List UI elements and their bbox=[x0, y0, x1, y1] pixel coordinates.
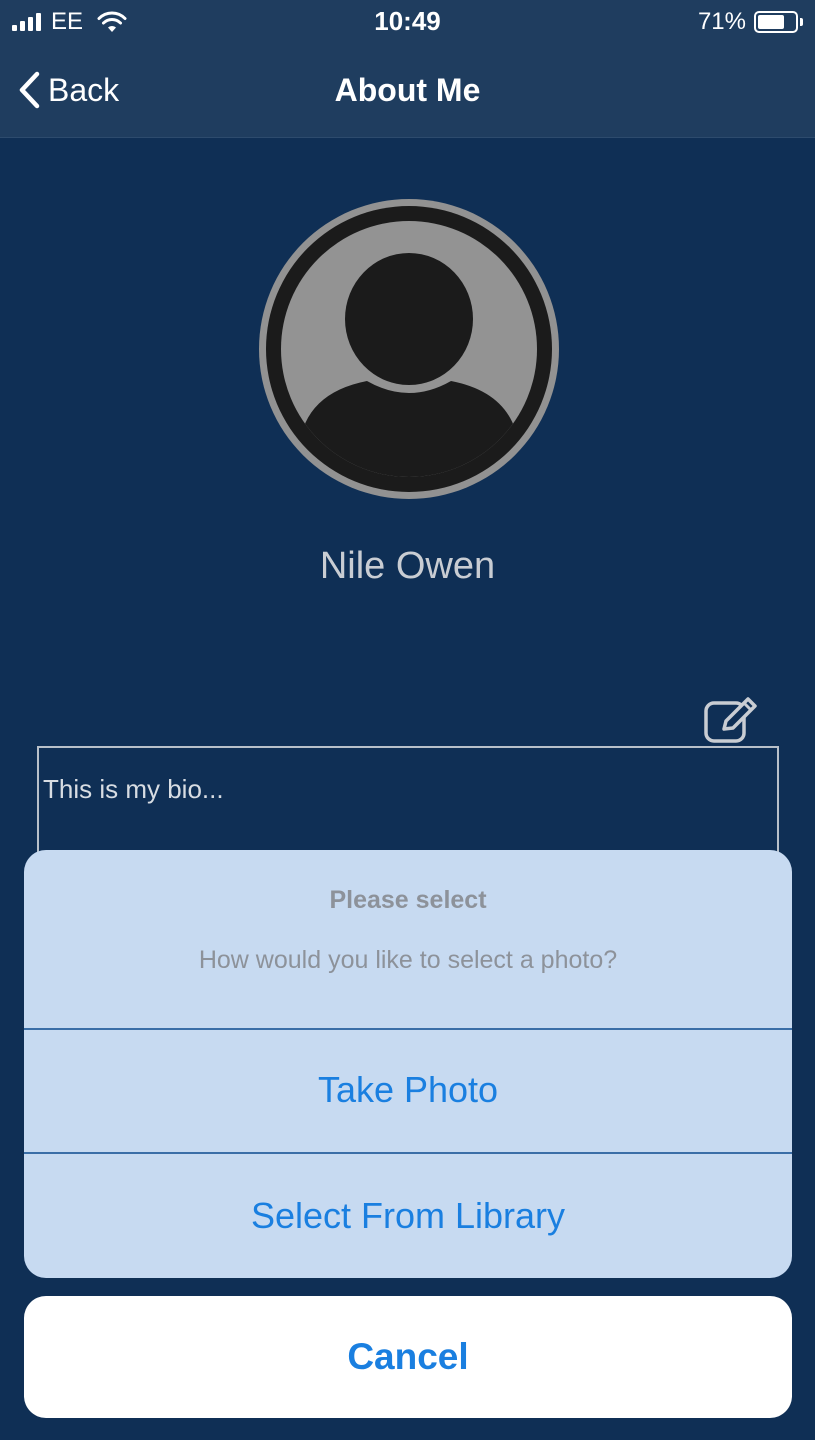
battery-percent: 71% bbox=[697, 8, 746, 35]
take-photo-button[interactable]: Take Photo bbox=[24, 1028, 792, 1152]
profile-name: Nile Owen bbox=[319, 545, 496, 587]
status-bar: EE 10:49 71% bbox=[0, 0, 815, 44]
action-sheet-message: How would you like to select a photo? bbox=[198, 946, 618, 974]
navigation-bar: Back About Me bbox=[0, 44, 815, 138]
avatar-icon[interactable] bbox=[257, 197, 561, 501]
status-right: 71% bbox=[698, 8, 803, 36]
status-time: 10:49 bbox=[374, 6, 441, 36]
battery-cap bbox=[800, 18, 803, 26]
photo-action-sheet: Please select How would you like to sele… bbox=[24, 850, 792, 1278]
bio-text: This is my bio... bbox=[43, 774, 224, 804]
page-title: About Me bbox=[334, 72, 481, 108]
battery-icon bbox=[754, 11, 798, 33]
battery-fill bbox=[758, 15, 784, 29]
edit-icon[interactable] bbox=[702, 693, 762, 745]
select-from-library-button[interactable]: Select From Library bbox=[24, 1154, 792, 1278]
action-sheet-title: Please select bbox=[329, 886, 487, 914]
cancel-button[interactable]: Cancel bbox=[24, 1296, 792, 1418]
